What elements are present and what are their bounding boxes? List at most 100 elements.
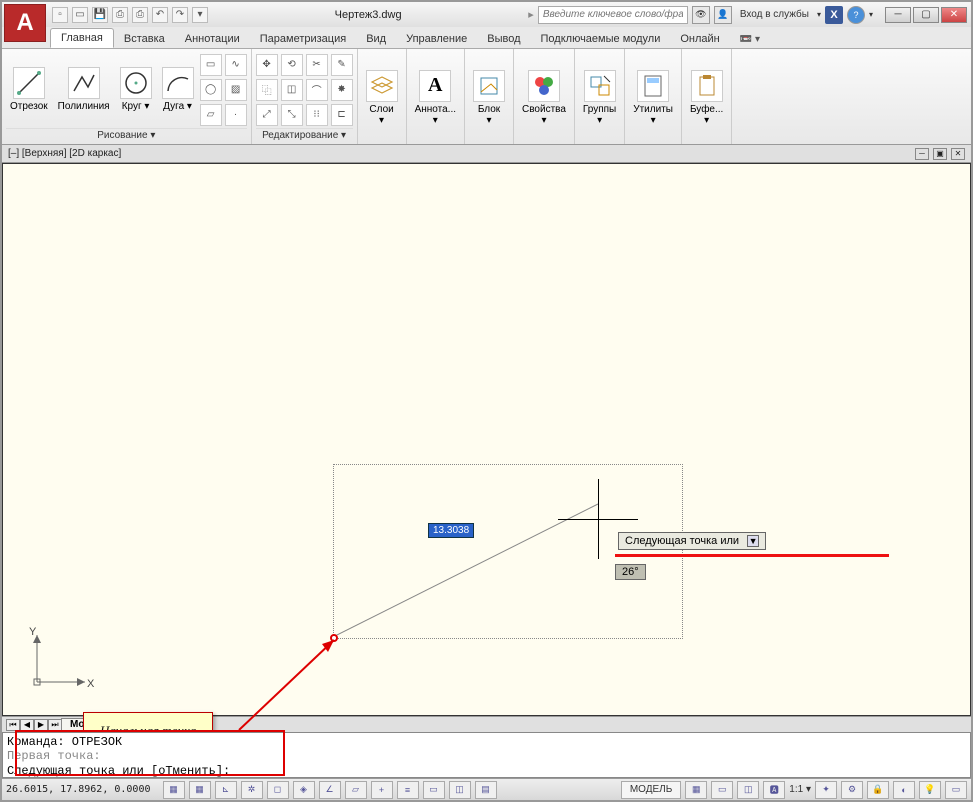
ellipse-icon[interactable]: ◯ [200, 79, 222, 101]
region-icon[interactable]: ▱ [200, 104, 222, 126]
copy-icon[interactable]: ⿻ [256, 79, 278, 101]
layout-prev-icon[interactable]: ◀ [20, 719, 34, 731]
point-icon[interactable]: · [225, 104, 247, 126]
status-qv-icon[interactable]: ◫ [737, 781, 759, 799]
search-input[interactable] [538, 6, 688, 24]
spline-icon[interactable]: ∿ [225, 54, 247, 76]
open-icon[interactable]: ▭ [72, 7, 88, 23]
toolbar-lock-icon[interactable]: 🔒 [867, 781, 889, 799]
layout-last-icon[interactable]: ⏭ [48, 719, 62, 731]
layout-first-icon[interactable]: ⏮ [6, 719, 20, 731]
tab-online[interactable]: Онлайн [670, 30, 729, 48]
line-button[interactable]: Отрезок [6, 65, 52, 114]
print-icon[interactable]: ⎙ [132, 7, 148, 23]
tab-parametric[interactable]: Параметризация [250, 30, 356, 48]
move-icon[interactable]: ✥ [256, 54, 278, 76]
stretch-icon[interactable]: ⤢ [256, 104, 278, 126]
osnap-icon[interactable]: ◻ [267, 781, 289, 799]
signin-link[interactable]: Вход в службы [736, 9, 813, 20]
rect-icon[interactable]: ▭ [200, 54, 222, 76]
circle-button[interactable]: Круг ▾ [116, 65, 156, 114]
scale-icon[interactable]: ⤡ [281, 104, 303, 126]
panel-modify-label[interactable]: Редактирование ▾ [256, 128, 353, 144]
array-icon[interactable]: ⁝⁝ [306, 104, 328, 126]
explode-icon[interactable]: ✸ [331, 79, 353, 101]
ortho-icon[interactable]: ⊾ [215, 781, 237, 799]
erase-icon[interactable]: ✎ [331, 54, 353, 76]
user-icon[interactable]: 👤 [714, 6, 732, 24]
redo-icon[interactable]: ↷ [172, 7, 188, 23]
hatch-icon[interactable]: ▨ [225, 79, 247, 101]
viewport-controls-label[interactable]: [–] [Верхняя] [2D каркас] [8, 148, 121, 159]
saveas-icon[interactable]: ⎙ [112, 7, 128, 23]
exchange-icon[interactable]: X [825, 6, 843, 24]
qp-icon[interactable]: ◫ [449, 781, 471, 799]
prompt-options-icon[interactable]: ▼ [747, 535, 759, 547]
lwt-icon[interactable]: ≡ [397, 781, 419, 799]
tab-insert[interactable]: Вставка [114, 30, 175, 48]
layout-next-icon[interactable]: ▶ [34, 719, 48, 731]
groups-button[interactable]: Группы▾ [579, 68, 620, 128]
tpy-icon[interactable]: ▭ [423, 781, 445, 799]
status-grid2-icon[interactable]: ▦ [685, 781, 707, 799]
fillet-icon[interactable]: ⌒ [306, 79, 328, 101]
dyn-icon[interactable]: + [371, 781, 393, 799]
annoscale-icon[interactable]: 🅰 [763, 781, 785, 799]
infocenter-icon[interactable]: 👁 [692, 6, 710, 24]
arc-button[interactable]: Дуга ▾ [158, 65, 198, 114]
trim-icon[interactable]: ✂ [306, 54, 328, 76]
undo-icon[interactable]: ↶ [152, 7, 168, 23]
status-model-button[interactable]: МОДЕЛЬ [621, 781, 681, 799]
signin-dropdown-icon[interactable]: ▾ [817, 10, 821, 19]
ws-icon[interactable]: ⚙ [841, 781, 863, 799]
maximize-button[interactable]: ▢ [913, 7, 939, 23]
app-menu-button[interactable]: A [4, 4, 46, 42]
minimize-button[interactable]: ─ [885, 7, 911, 23]
new-icon[interactable]: ▫ [52, 7, 68, 23]
clean-icon[interactable]: ▭ [945, 781, 967, 799]
status-scale[interactable]: 1:1 ▾ [789, 784, 811, 795]
offset-icon[interactable]: ⊏ [331, 104, 353, 126]
polyline-button[interactable]: Полилиния [54, 65, 114, 114]
tab-expand-icon[interactable]: 📼 ▾ [734, 31, 766, 48]
tab-home[interactable]: Главная [50, 28, 114, 48]
otrack-icon[interactable]: ∠ [319, 781, 341, 799]
sc-icon[interactable]: ▤ [475, 781, 497, 799]
3dosnap-icon[interactable]: ◈ [293, 781, 315, 799]
command-window[interactable]: Команда: ОТРЕЗОК Первая точка: Следующая… [2, 732, 971, 778]
clipboard-button[interactable]: Буфе...▾ [686, 68, 727, 128]
dynamic-length-input[interactable]: 13.3038 [428, 523, 474, 538]
help-icon[interactable]: ? [847, 6, 865, 24]
save-icon[interactable]: 💾 [92, 7, 108, 23]
grid-icon[interactable]: ▦ [189, 781, 211, 799]
doc-minimize-icon[interactable]: ─ [915, 148, 929, 160]
title-bar: ▫ ▭ 💾 ⎙ ⎙ ↶ ↷ ▾ Чертеж3.dwg ▸ 👁 👤 Вход в… [2, 2, 971, 27]
panel-draw-label[interactable]: Рисование ▾ [6, 128, 247, 144]
mirror-icon[interactable]: ◫ [281, 79, 303, 101]
annot-button[interactable]: AАннота...▾ [411, 68, 460, 128]
snap-icon[interactable]: ▦ [163, 781, 185, 799]
drawing-canvas[interactable]: 13.3038 Следующая точка или ▼ 26° Началь… [2, 163, 971, 716]
quick-access-toolbar: ▫ ▭ 💾 ⎙ ⎙ ↶ ↷ ▾ [52, 7, 208, 23]
layers-button[interactable]: Слои▾ [362, 68, 402, 128]
utils-button[interactable]: Утилиты▾ [629, 68, 677, 128]
help-dropdown-icon[interactable]: ▾ [869, 10, 873, 19]
tab-view[interactable]: Вид [356, 30, 396, 48]
block-button[interactable]: Блок▾ [469, 68, 509, 128]
tab-plugins[interactable]: Подключаемые модули [531, 30, 671, 48]
close-button[interactable]: ✕ [941, 7, 967, 23]
rotate-icon[interactable]: ⟲ [281, 54, 303, 76]
doc-close-icon[interactable]: ✕ [951, 148, 965, 160]
annovis-icon[interactable]: ✦ [815, 781, 837, 799]
isolate-icon[interactable]: 💡 [919, 781, 941, 799]
hardware-icon[interactable]: ◐ [893, 781, 915, 799]
ducs-icon[interactable]: ▱ [345, 781, 367, 799]
status-layout-icon[interactable]: ▭ [711, 781, 733, 799]
props-button[interactable]: Свойства▾ [518, 68, 570, 128]
doc-restore-icon[interactable]: ▣ [933, 148, 947, 160]
qat-more-icon[interactable]: ▾ [192, 7, 208, 23]
tab-manage[interactable]: Управление [396, 30, 477, 48]
tab-output[interactable]: Вывод [477, 30, 530, 48]
tab-annotate[interactable]: Аннотации [175, 30, 250, 48]
polar-icon[interactable]: ✲ [241, 781, 263, 799]
